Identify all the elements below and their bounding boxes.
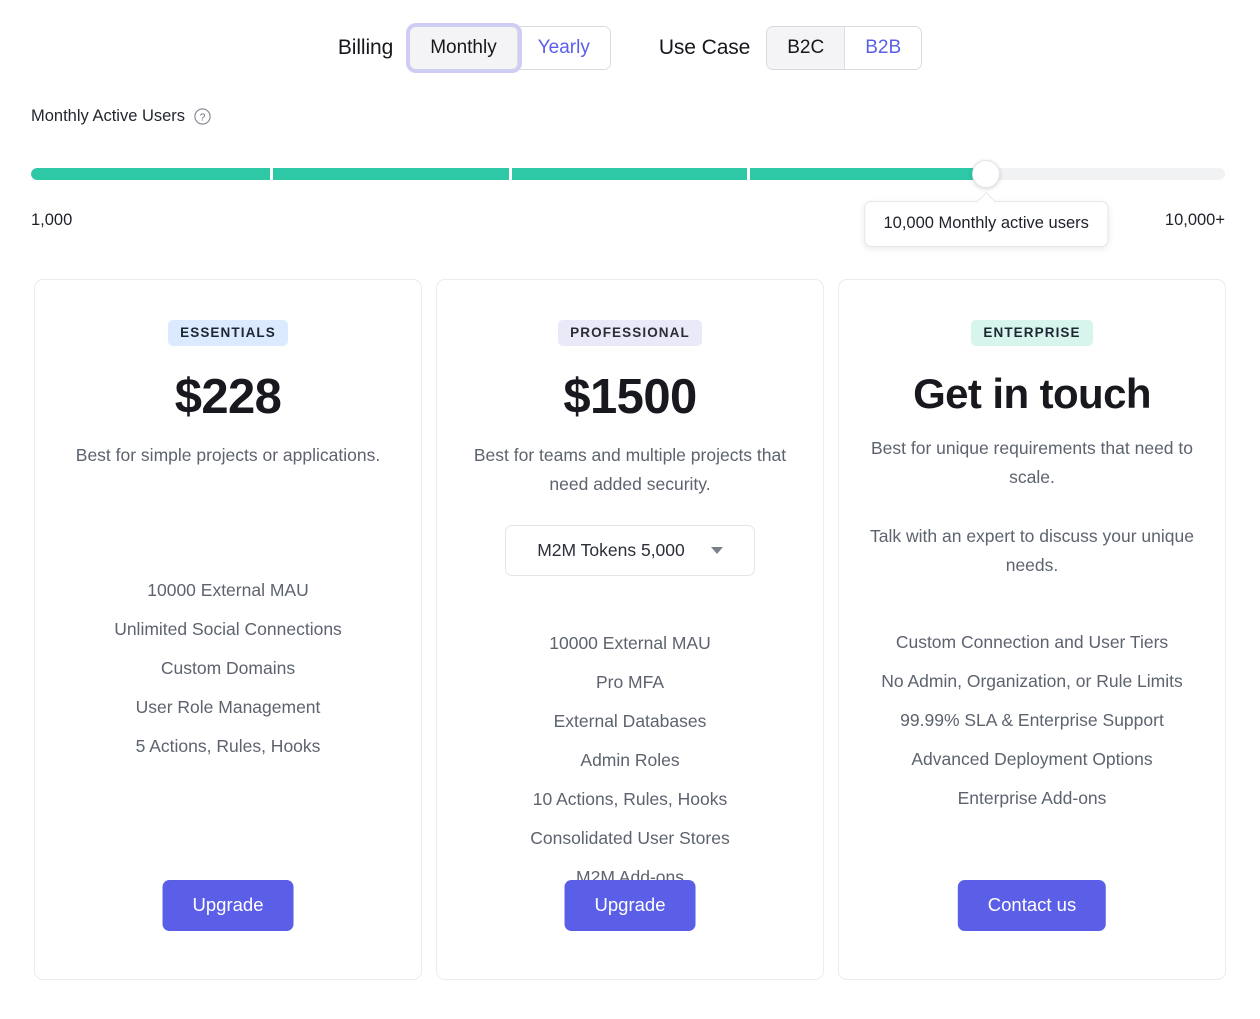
billing-option-monthly[interactable]: Monthly [406, 22, 522, 74]
use-case-segmented-control[interactable]: B2C B2B [766, 25, 923, 71]
slider-tick [508, 168, 512, 180]
plan-price: $1500 [563, 370, 697, 424]
slider-title: Monthly Active Users [31, 106, 186, 125]
slider-tick [269, 168, 273, 180]
slider-header: Monthly Active Users ? [31, 104, 1225, 128]
billing-label: Billing [337, 36, 394, 59]
feature-item: Enterprise Add-ons [957, 787, 1107, 808]
billing-option-yearly[interactable]: Yearly [517, 26, 610, 70]
plan-feature-list: Custom Connection and User Tiers No Admi… [857, 623, 1207, 818]
upgrade-button[interactable]: Upgrade [564, 880, 696, 931]
pricing-card-enterprise: ENTERPRISE Get in touch Best for unique … [838, 279, 1226, 980]
pricing-cards: ESSENTIALS $228 Best for simple projects… [34, 279, 1226, 980]
chevron-down-icon [710, 547, 723, 555]
contact-us-button[interactable]: Contact us [957, 880, 1107, 931]
use-case-option-b2c[interactable]: B2C [767, 26, 846, 70]
feature-item: User Role Management [135, 697, 321, 718]
pricing-page: Billing Monthly Yearly Use Case B2C B2B … [0, 0, 1260, 1019]
feature-item: 99.99% SLA & Enterprise Support [900, 709, 1164, 730]
upgrade-button[interactable]: Upgrade [162, 880, 294, 931]
svg-text:?: ? [200, 112, 206, 123]
plan-description: Best for teams and multiple projects tha… [473, 445, 787, 495]
feature-item: 10000 External MAU [147, 580, 309, 601]
use-case-label: Use Case [658, 36, 751, 59]
top-controls: Billing Monthly Yearly Use Case B2C B2B [0, 0, 1260, 96]
plan-description: Best for unique requirements that need t… [870, 438, 1193, 487]
mau-slider-section: Monthly Active Users ? 1,000 10,000 Mont… [31, 104, 1225, 247]
feature-item: 5 Actions, Rules, Hooks [135, 736, 321, 757]
feature-item: Custom Connection and User Tiers [895, 631, 1169, 652]
slider-value-tooltip: 10,000 Monthly active users [864, 201, 1108, 247]
plan-badge: ENTERPRISE [971, 320, 1093, 346]
plan-description: Best for simple projects or applications… [75, 445, 381, 466]
billing-control: Billing Monthly Yearly [337, 22, 611, 74]
pricing-card-professional: PROFESSIONAL $1500 Best for teams and mu… [436, 279, 824, 980]
plan-badge: PROFESSIONAL [558, 320, 702, 346]
feature-item: Pro MFA [595, 672, 665, 693]
slider-handle[interactable] [972, 160, 1001, 188]
plan-feature-list: 10000 External MAU Unlimited Social Conn… [53, 571, 403, 766]
question-circle-icon[interactable]: ? [194, 107, 211, 125]
plan-price: $228 [174, 370, 282, 424]
billing-segmented-control[interactable]: Monthly Yearly [406, 22, 611, 74]
use-case-control: Use Case B2C B2B [658, 25, 923, 71]
slider-tick [747, 168, 751, 180]
mau-slider[interactable] [31, 160, 1225, 188]
feature-item: Advanced Deployment Options [911, 748, 1153, 769]
plan-feature-list: 10000 External MAU Pro MFA External Data… [455, 624, 805, 897]
feature-item: Unlimited Social Connections [114, 619, 342, 640]
plan-price: Get in touch [913, 370, 1151, 417]
use-case-option-b2b[interactable]: B2B [845, 26, 922, 70]
slider-track[interactable] [31, 168, 1225, 180]
slider-min-label: 1,000 [31, 211, 73, 229]
feature-item: Consolidated User Stores [530, 828, 730, 849]
feature-item: 10000 External MAU [549, 633, 711, 654]
m2m-tokens-dropdown[interactable]: M2M Tokens 5,000 [505, 525, 755, 577]
plan-description-secondary: Talk with an expert to discuss your uniq… [870, 525, 1194, 575]
plan-badge: ESSENTIALS [168, 320, 288, 346]
feature-item: No Admin, Organization, or Rule Limits [881, 670, 1183, 691]
feature-item: External Databases [553, 711, 707, 732]
pricing-card-essentials: ESSENTIALS $228 Best for simple projects… [34, 279, 422, 980]
m2m-tokens-dropdown-value: M2M Tokens 5,000 [537, 540, 685, 561]
slider-max-label: 10,000+ [1164, 211, 1225, 229]
slider-labels: 1,000 10,000 Monthly active users 10,000… [31, 201, 1225, 247]
feature-item: Custom Domains [160, 658, 296, 679]
feature-item: Admin Roles [580, 750, 680, 771]
feature-item: 10 Actions, Rules, Hooks [532, 789, 728, 810]
